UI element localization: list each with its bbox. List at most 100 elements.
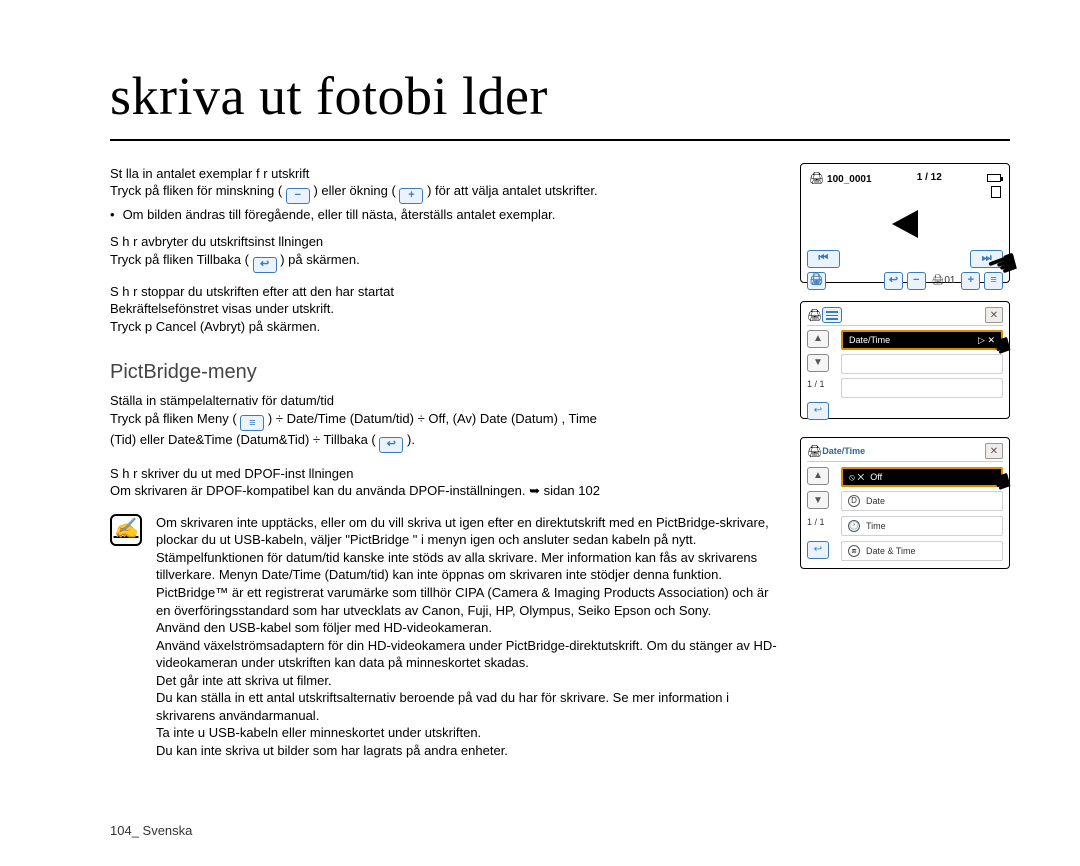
step1-p1a: Tryck på fliken för minskning ( (110, 183, 282, 198)
step1-p1b: ) eller ökning ( (313, 183, 395, 198)
back-triangle-icon (892, 210, 918, 238)
panel1-back-button[interactable]: ↩ (884, 272, 903, 290)
next-button[interactable]: ⏭ (970, 250, 1003, 268)
panel3-title: Date/Time (822, 445, 865, 457)
panel2-up-button[interactable]: ▲ (807, 330, 829, 348)
pict-a: Tryck på fliken Meny ( (110, 411, 237, 426)
datetime-icon: ⧈ (848, 545, 860, 557)
card-icon (991, 186, 1001, 198)
panel2-item-2[interactable] (841, 354, 1003, 374)
right-column: 100_0001 1 / 12 ⏮ ⏭ 🖨 ↩ − (800, 163, 1010, 760)
panel1-actionrow: 🖨 ↩ − 🖨01 + ≡ (807, 272, 1003, 290)
panel1-preview (807, 198, 1003, 250)
panel2-page: 1 / 1 (807, 378, 837, 398)
prev-button[interactable]: ⏮ (807, 250, 840, 268)
panel3-page: 1 / 1 (807, 516, 837, 537)
step1-line: Tryck på fliken för minskning ( − ) elle… (110, 182, 778, 204)
panel3-opt-off[interactable]: ⦸ ✕ Off (841, 467, 1003, 487)
panel3-back-button[interactable]: ↩ (807, 541, 829, 559)
minus-icon: − (286, 188, 310, 204)
note-2: Stämpelfunktionen för datum/tid kanske i… (156, 549, 778, 584)
panel1-topbar: 100_0001 1 / 12 (807, 170, 1003, 186)
note-1: Om skrivaren inte upptäcks, eller om du … (156, 514, 778, 549)
note-list: Om skrivaren inte upptäcks, eller om du … (156, 514, 778, 760)
pict-b: ) ÷ Date/Time (Datum/tid) ÷ Off, (Av) Da… (268, 411, 597, 426)
panel3-dt-label: Date & Time (866, 545, 916, 557)
panel3-date-label: Date (866, 495, 885, 507)
panel1-copies: 🖨01 (932, 274, 956, 288)
note-9: Du kan inte skriva ut bilder som har lag… (156, 742, 778, 760)
panel2-item-3[interactable] (841, 378, 1003, 398)
panel3-off-label: Off (870, 471, 882, 483)
panel1-folder: 100_0001 (827, 174, 872, 185)
panel3-time-label: Time (866, 520, 886, 532)
panel1-plus-button[interactable]: + (961, 272, 980, 290)
panel3-opt-datetime[interactable]: ⧈ Date & Time (841, 541, 1003, 561)
panel1-minus-button[interactable]: − (907, 272, 926, 290)
panel3-header: Date/Time ✕ (807, 444, 1003, 462)
device-panel-2: ✕ ▲ Date/Time ▷ ✕ ▼ 1 / 1 ↩ ☚ (800, 301, 1010, 419)
print-button[interactable]: 🖨 (807, 272, 826, 290)
step3-head: S h r stoppar du utskriften efter att de… (110, 283, 778, 301)
printer-icon-3 (807, 443, 822, 460)
pict-line: Tryck på fliken Meny ( ≡ ) ÷ Date/Time (… (110, 410, 778, 453)
panel3-up-button[interactable]: ▲ (807, 467, 829, 485)
page-title: skriva ut fotobi lder (110, 60, 1010, 141)
panel1-menu-button[interactable]: ≡ (984, 272, 1003, 290)
battery-icon (987, 174, 1001, 182)
panel1-navrow: ⏮ ⏭ (807, 250, 1003, 268)
back-icon-2: ↩ (379, 437, 403, 453)
text-column: St lla in antalet exemplar f r utskrift … (110, 163, 778, 760)
pict-sub: Ställa in stämpelalternativ för datum/ti… (110, 392, 778, 410)
panel2-down-button[interactable]: ▼ (807, 354, 829, 372)
printer-icon (809, 174, 824, 185)
panel2-sel-label: Date/Time (849, 334, 890, 346)
step1-bullet: Om bilden ändras till föregående, eller … (110, 206, 778, 224)
note-3: PictBridge™ är ett registrerat varumärke… (156, 584, 778, 619)
step3-p1: Bekräftelsefönstret visas under utskrift… (110, 300, 778, 318)
note-icon: ✍ (110, 514, 142, 546)
panel2-selected-item[interactable]: Date/Time ▷ ✕ (841, 330, 1003, 350)
step2-head: S h r avbryter du utskriftsinst llningen (110, 233, 778, 251)
panel1-counter: 1 / 12 (917, 171, 942, 185)
step3-p2: Tryck p Cancel (Avbryt) på skärmen. (110, 318, 778, 336)
printer-icon-2 (807, 307, 822, 324)
panel2-back-button[interactable]: ↩ (807, 402, 829, 420)
menu-icon: ≡ (240, 415, 264, 431)
pictbridge-heading: PictBridge-meny (110, 359, 778, 386)
device-panel-3: Date/Time ✕ ▲ ⦸ ✕ Off ▼ D Date 1 / 1 🕐 T… (800, 437, 1010, 569)
note-box: ✍ Om skrivaren inte upptäcks, eller om d… (110, 514, 778, 760)
close-button[interactable]: ✕ (985, 307, 1003, 323)
note-8: Ta inte u USB-kabeln eller minneskortet … (156, 724, 778, 742)
pict-d: ). (407, 432, 415, 447)
pict-c: (Tid) eller Date&Time (Datum&Tid) ÷ Till… (110, 432, 376, 447)
step1-head: St lla in antalet exemplar f r utskrift (110, 165, 778, 183)
time-icon: 🕐 (848, 520, 860, 532)
device-panel-1: 100_0001 1 / 12 ⏮ ⏭ 🖨 ↩ − (800, 163, 1010, 283)
menu-tab-icon (822, 307, 842, 323)
page-footer: 104_ Svenska (110, 822, 192, 840)
date-icon: D (848, 495, 860, 507)
step1-bullet-text: Om bilden ändras till föregående, eller … (123, 206, 556, 224)
panel3-opt-date[interactable]: D Date (841, 491, 1003, 511)
panel3-down-button[interactable]: ▼ (807, 491, 829, 509)
step2-p1b: ) på skärmen. (280, 252, 359, 267)
note-5: Använd växelströmsadaptern för din HD-vi… (156, 637, 778, 672)
note-4: Använd den USB-kabel som följer med HD-v… (156, 619, 778, 637)
back-icon: ↩ (253, 257, 277, 273)
main-columns: St lla in antalet exemplar f r utskrift … (110, 163, 1010, 760)
panel3-close-button[interactable]: ✕ (985, 443, 1003, 459)
panel1-copies-value: 01 (944, 275, 955, 286)
panel1-status (987, 174, 1001, 182)
dpof-body: Om skrivaren är DPOF-kompatibel kan du a… (110, 482, 778, 500)
step1-p1c: ) för att välja antalet utskrifter. (427, 183, 598, 198)
step2-line: Tryck på fliken Tillbaka ( ↩ ) på skärme… (110, 251, 778, 273)
panel3-opt-time[interactable]: 🕐 Time (841, 516, 1003, 536)
note-6: Det går inte att skriva ut filmer. (156, 672, 778, 690)
note-7: Du kan ställa in ett antal utskriftsalte… (156, 689, 778, 724)
step2-p1a: Tryck på fliken Tillbaka ( (110, 252, 249, 267)
panel2-header: ✕ (807, 308, 1003, 326)
plus-icon: + (399, 188, 423, 204)
off-strike-icon: ⦸ ✕ (849, 471, 864, 483)
dpof-head: S h r skriver du ut med DPOF-inst llning… (110, 465, 778, 483)
